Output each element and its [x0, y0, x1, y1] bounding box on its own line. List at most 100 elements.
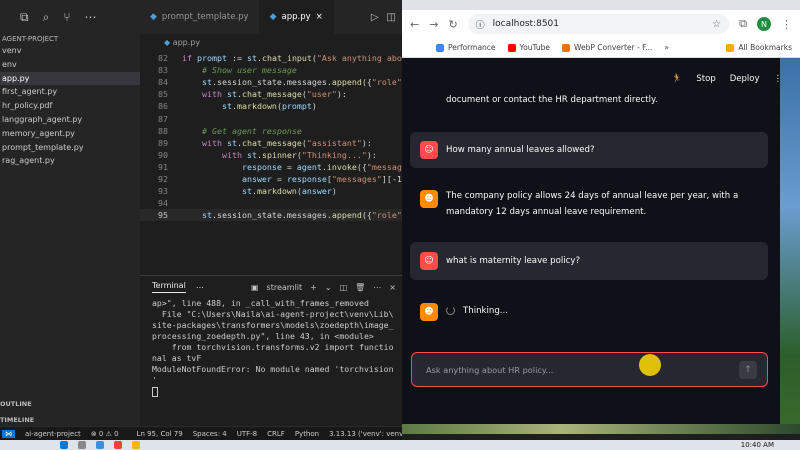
search-icon[interactable]: [78, 441, 86, 449]
browser-toolbar: ← → ↻ ⓘ localhost:8501 ☆ ⧉ N ⋮: [402, 10, 800, 38]
site-info-icon[interactable]: ⓘ: [476, 18, 485, 31]
assistant-avatar-icon: ☻: [420, 190, 438, 208]
profile-avatar[interactable]: N: [757, 17, 771, 31]
explorer-file-item[interactable]: memory_agent.py: [0, 127, 140, 141]
trash-icon[interactable]: 🗑: [355, 283, 365, 292]
line-number: 82: [158, 53, 168, 63]
code-editor[interactable]: 82 if prompt := st.chat_input("Ask anythi…: [140, 50, 402, 275]
chrome-icon[interactable]: [114, 441, 122, 449]
message-text: document or contact the HR department di…: [446, 95, 658, 105]
chevron-right-icon[interactable]: »: [664, 43, 669, 52]
split-editor-icon[interactable]: ◫: [387, 12, 396, 23]
more-icon[interactable]: ⋯: [373, 283, 381, 292]
browser-window: ← → ↻ ⓘ localhost:8501 ☆ ⧉ N ⋮ Performan…: [402, 0, 800, 430]
all-bookmarks[interactable]: All Bookmarks: [726, 43, 800, 52]
forward-icon[interactable]: →: [429, 18, 438, 31]
terminal-shell-label[interactable]: streamlit: [267, 283, 303, 292]
status-project[interactable]: ai-agent-project: [25, 430, 81, 438]
explorer-file-item[interactable]: first_agent.py: [0, 85, 140, 99]
code-line[interactable]: 91 response = agent.invoke({"message: [140, 161, 402, 173]
code-text: st.markdown(prompt): [221, 101, 317, 112]
terminal-line: ap>", line 488, in _call_with_frames_rem…: [152, 298, 369, 308]
reload-icon[interactable]: ↻: [448, 18, 457, 31]
tab-prompt-template[interactable]: ◆ prompt_template.py: [140, 0, 260, 34]
address-bar[interactable]: ⓘ localhost:8501 ☆: [467, 14, 730, 34]
code-text: with st.spinner("Thinking..."):: [221, 149, 377, 160]
code-line[interactable]: 89 with st.chat_message("assistant"):: [140, 137, 402, 149]
line-number: 84: [158, 77, 168, 88]
code-line[interactable]: 86 st.markdown(prompt): [140, 100, 402, 112]
code-line[interactable]: 93 st.markdown(answer): [140, 185, 402, 197]
status-problems[interactable]: ⊗ 0 ⚠ 0: [91, 430, 119, 438]
send-arrow-icon[interactable]: ↑: [739, 361, 757, 379]
code-line[interactable]: 95 st.session_state.messages.append({"ro…: [140, 209, 402, 222]
folder-icon[interactable]: [132, 441, 140, 449]
editor-tabs: ◆ prompt_template.py ◆ app.py × ▷ ◫: [140, 0, 402, 34]
more-icon[interactable]: ⋯: [196, 283, 204, 292]
code-line[interactable]: 92 answer = response["messages"][-1]: [140, 173, 402, 185]
code-line[interactable]: 82 if prompt := st.chat_input("Ask anythi…: [140, 52, 402, 64]
explorer-file-item[interactable]: app.py: [0, 71, 140, 86]
chevron-down-icon[interactable]: ⌄: [325, 283, 332, 292]
start-icon[interactable]: [60, 441, 68, 449]
remote-icon[interactable]: ⋈: [2, 429, 15, 438]
status-language[interactable]: Python: [295, 430, 319, 438]
webp-icon: [562, 43, 571, 52]
bookmark-performance[interactable]: Performance: [436, 43, 496, 52]
split-terminal-icon[interactable]: ◫: [340, 283, 348, 292]
close-icon[interactable]: ×: [389, 283, 396, 292]
line-number: 83: [158, 65, 168, 76]
bookmark-webp-converter[interactable]: WebP Converter - F...: [562, 43, 652, 52]
code-text: st.markdown(answer): [241, 186, 337, 197]
back-icon[interactable]: ←: [410, 18, 419, 31]
search-icon[interactable]: ⌕: [43, 10, 50, 25]
explorer-file-item[interactable]: rag_agent.py: [0, 154, 140, 168]
taskbar-clock[interactable]: 10:40 AM: [741, 441, 800, 449]
code-line[interactable]: 90 with st.spinner("Thinking..."):: [140, 149, 402, 161]
desktop-wallpaper: [780, 58, 800, 430]
chat-input[interactable]: Ask anything about HR policy... ↑: [411, 352, 768, 387]
timeline-section[interactable]: TIMELINE: [0, 416, 34, 424]
extensions-icon[interactable]: ⧉: [739, 17, 747, 31]
status-interpreter[interactable]: 3.13.13 ('venv': venv): [329, 430, 402, 438]
code-line[interactable]: 83 # Show user message: [140, 64, 402, 76]
bookmark-star-icon[interactable]: ☆: [712, 19, 721, 30]
copy-icon[interactable]: ⧉: [20, 10, 29, 25]
run-icon[interactable]: ▷: [371, 12, 379, 23]
menu-icon[interactable]: ⋮: [781, 18, 792, 31]
status-position[interactable]: Ln 95, Col 79: [137, 430, 183, 438]
explorer-file-item[interactable]: prompt_template.py: [0, 141, 140, 155]
code-line[interactable]: 84 st.session_state.messages.append({"ro…: [140, 76, 402, 88]
terminal-panel[interactable]: Terminal ⋯ ▣ streamlit + ⌄ ◫ 🗑 ⋯ × ap>",…: [140, 275, 402, 426]
code-line[interactable]: 85 with st.chat_message("user"):: [140, 88, 402, 100]
vscode-icon[interactable]: [96, 441, 104, 449]
tab-app-py[interactable]: ◆ app.py ×: [259, 0, 334, 34]
explorer-file-item[interactable]: hr_policy.pdf: [0, 99, 140, 113]
line-number: 88: [158, 125, 168, 136]
close-icon[interactable]: ×: [316, 12, 323, 22]
status-encoding[interactable]: UTF-8: [237, 430, 257, 438]
outline-section[interactable]: OUTLINE: [0, 400, 32, 408]
deploy-button[interactable]: Deploy: [730, 74, 760, 84]
explorer-file-item[interactable]: langgraph_agent.py: [0, 113, 140, 127]
status-eol[interactable]: CRLF: [267, 430, 285, 438]
source-control-icon[interactable]: ⑂: [63, 10, 70, 24]
explorer-toolbar: ⧉ ⌕ ⑂ ⋯: [0, 0, 140, 34]
code-line[interactable]: 87: [140, 113, 402, 125]
explorer-file-item[interactable]: venv: [0, 44, 140, 58]
bookmarks-bar: Performance YouTube WebP Converter - F..…: [402, 38, 800, 58]
explorer-file-item[interactable]: env: [0, 58, 140, 72]
terminal-tab[interactable]: Terminal: [152, 281, 186, 293]
status-spaces[interactable]: Spaces: 4: [193, 430, 227, 438]
browser-tabstrip[interactable]: [402, 0, 800, 10]
python-file-icon: ◆: [150, 12, 157, 22]
user-avatar-icon: ☺: [420, 252, 438, 270]
code-line[interactable]: 88 # Get agent response: [140, 125, 402, 137]
more-icon[interactable]: ⋯: [85, 10, 97, 24]
add-terminal-icon[interactable]: +: [310, 283, 317, 292]
assistant-avatar-icon: ☻: [420, 303, 438, 321]
code-line[interactable]: 94: [140, 197, 402, 209]
terminal-cursor: [152, 386, 158, 397]
bookmark-youtube[interactable]: YouTube: [507, 43, 550, 52]
stop-button[interactable]: Stop: [696, 74, 715, 84]
